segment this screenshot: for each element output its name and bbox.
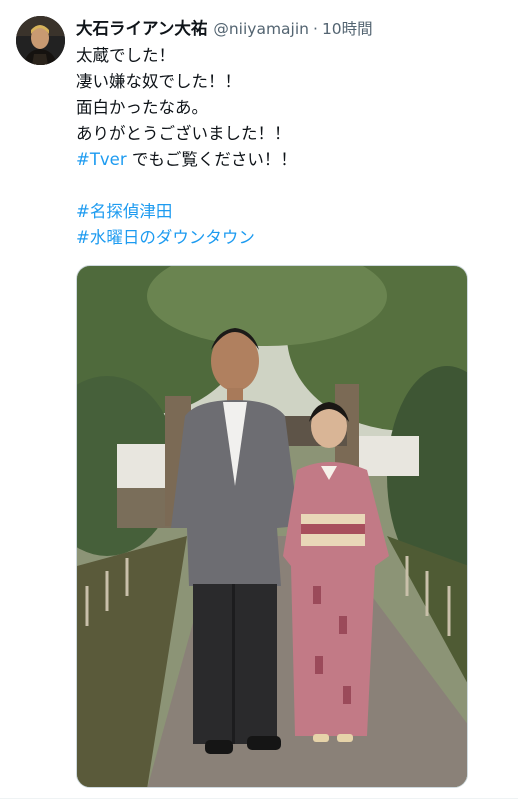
hashtag-link[interactable]: #Tver	[76, 150, 127, 169]
tweet-line: #名探偵津田	[76, 199, 297, 225]
tweet-line: 凄い嫌な奴でした！！	[76, 72, 241, 91]
tweet-line: #Tver でもご覧ください！！	[76, 147, 297, 173]
profile-photo-icon	[16, 16, 65, 65]
avatar[interactable]	[16, 16, 65, 65]
author-handle[interactable]: @niiyamajin	[213, 20, 309, 38]
photo-man-and-woman-in-kimono-icon	[77, 266, 467, 787]
tweet-line: #水曜日のダウンタウン	[76, 225, 297, 251]
tweet[interactable]: 大石ライアン大祐 @niiyamajin · 10時間 太蔵でした！ 凄い嫌な奴でし…	[0, 0, 518, 799]
author-name[interactable]: 大石ライアン大祐	[76, 15, 207, 39]
tweet-photo[interactable]	[76, 265, 468, 788]
meta-separator: ·	[313, 20, 318, 38]
tweet-line: ありがとうございました！！	[76, 124, 291, 143]
hashtag-link[interactable]: #名探偵津田	[76, 202, 172, 221]
hashtag-link[interactable]: #水曜日のダウンタウン	[76, 228, 255, 247]
author-meta: @niiyamajin · 10時間	[213, 17, 372, 39]
tweet-line-text: でもご覧ください！！	[126, 150, 297, 169]
tweet-text: 太蔵でした！ 凄い嫌な奴でした！！ 面白かったなあ。 ありがとうございました！！…	[76, 43, 297, 251]
tweet-timestamp[interactable]: 10時間	[322, 20, 373, 38]
tweet-header: 大石ライアン大祐 @niiyamajin · 10時間	[76, 15, 373, 39]
tweet-line: 面白かったなあ。	[76, 98, 208, 117]
tweet-line: 太蔵でした！	[76, 46, 175, 65]
